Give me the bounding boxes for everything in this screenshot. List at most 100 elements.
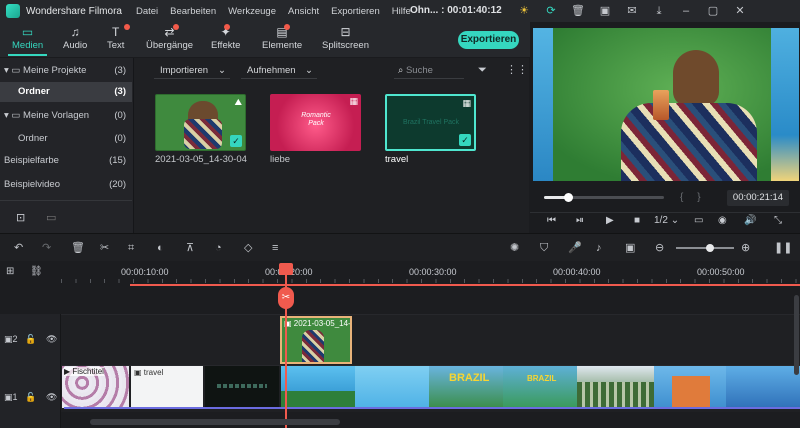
menu-exportieren[interactable]: Exportieren	[331, 6, 380, 17]
playback-speed-dropdown[interactable]: 1/2 ⌄	[654, 215, 679, 226]
tab-medien[interactable]: ▭ Medien	[7, 24, 48, 56]
playback-progress-handle[interactable]	[564, 193, 573, 202]
timeline-clip-video[interactable]: ▣ 2021-03-05_14-30-04	[280, 316, 352, 364]
stabilize-icon[interactable]: ⊼	[186, 241, 194, 255]
download-icon[interactable]: ⤓	[651, 3, 667, 19]
minimize-icon[interactable]: –	[678, 3, 694, 19]
menu-hilfe[interactable]: Hilfe	[392, 6, 411, 17]
import-dropdown[interactable]: Importieren ⌄	[154, 63, 230, 79]
mark-in-out-braces[interactable]: { }	[680, 192, 701, 203]
microphone-icon[interactable]: 🎤	[568, 241, 582, 255]
playback-progress-track[interactable]	[544, 193, 664, 202]
fullscreen-icon[interactable]: ⤡	[774, 215, 782, 226]
tab-elemente[interactable]: ▤ Elemente	[262, 24, 302, 51]
timeline-clip-beach[interactable]	[281, 366, 355, 408]
menu-werkzeuge[interactable]: Werkzeuge	[228, 6, 276, 17]
split-icon[interactable]: ✂	[100, 241, 109, 255]
trash-icon[interactable]: 🗑	[570, 3, 586, 19]
mail-icon[interactable]: ✉	[624, 3, 640, 19]
time-ruler[interactable]: 00:00:10:00 00:00:20:00 00:00:30:00 00:0…	[61, 261, 800, 287]
lock-icon[interactable]: 🔓	[25, 334, 36, 345]
sidebar-item-beispielvideo[interactable]: Beispielvideo (20)	[0, 175, 132, 195]
bulb-icon[interactable]: ☀	[516, 3, 532, 19]
timeline-clip-fischtitel[interactable]: ▶ Fischtitel	[62, 366, 129, 408]
track-lane-2[interactable]	[61, 314, 800, 366]
tab-effekte[interactable]: ✦ Effekte	[211, 24, 240, 51]
tab-audio[interactable]: ♫ Audio	[63, 24, 87, 51]
add-track-icon[interactable]: ⊞	[6, 266, 14, 277]
tab-splitscreen[interactable]: ⊟ Splitscreen	[322, 24, 369, 51]
snapshot-icon[interactable]: ▣	[625, 241, 635, 255]
close-icon[interactable]: ✕	[732, 3, 748, 19]
menu-ansicht[interactable]: Ansicht	[288, 6, 319, 17]
marker-icon[interactable]: ⛉	[540, 241, 548, 255]
sidebar-item-beispielfarbe[interactable]: Beispielfarbe (15)	[0, 151, 132, 171]
record-dropdown[interactable]: Aufnehmen ⌄	[241, 63, 317, 79]
folder-outline-icon[interactable]: ▭	[46, 211, 56, 224]
step-back-icon[interactable]: ⏮	[547, 215, 556, 226]
search-input[interactable]: Suche	[406, 65, 433, 76]
sidebar-item-meine-vorlagen[interactable]: ▾ ▭ Meine Vorlagen (0)	[0, 106, 132, 126]
keyframe-icon[interactable]: ◇	[244, 241, 252, 255]
delete-icon[interactable]: 🗑	[71, 241, 85, 255]
sidebar-item-meine-projekte[interactable]: ▾ ▭ Meine Projekte (3)	[0, 61, 132, 81]
crop-icon[interactable]: ⌗	[128, 241, 134, 255]
timeline-clip-forest[interactable]	[577, 366, 654, 408]
zoom-slider-handle[interactable]	[706, 244, 714, 252]
ruler-label: 00:00:50:00	[697, 267, 745, 277]
zoom-in-icon[interactable]: ⊕	[741, 241, 750, 255]
export-button[interactable]: Exportieren	[458, 31, 519, 49]
timeline-clip-sky[interactable]	[355, 366, 429, 408]
zoom-out-icon[interactable]: ⊖	[655, 241, 664, 255]
speed-icon[interactable]: ◔	[215, 241, 222, 255]
play-pause-icon[interactable]: ⏯	[576, 215, 584, 226]
timeline-clip-travel[interactable]: ▣ travel	[131, 366, 203, 408]
stop-icon[interactable]: ■	[634, 215, 640, 226]
adjust-icon[interactable]: ≡	[272, 241, 278, 255]
audio-waveform-strip	[64, 407, 800, 409]
media-item-video[interactable]: ⛰ ✓	[155, 94, 246, 151]
media-item-travel[interactable]: Brazil Travel Pack ▦ ✓	[385, 94, 476, 151]
render-icon[interactable]: ✺	[510, 241, 519, 255]
pause-bars-icon[interactable]: ❚❚	[774, 241, 792, 255]
media-item-liebe[interactable]: Romantic Pack ▦	[270, 94, 361, 151]
sidebar-item-ordner-vorlagen[interactable]: Ordner (0)	[0, 129, 132, 149]
timeline-clip-brazil-2[interactable]: BRAZIL	[503, 366, 577, 408]
sidebar-item-ordner-projekte[interactable]: Ordner (3)	[0, 82, 132, 102]
search-field[interactable]: ⌕ Suche	[394, 63, 464, 79]
new-folder-icon[interactable]: ⊡	[16, 211, 25, 224]
timeline-clip-dark[interactable]	[205, 366, 279, 408]
filter-icon[interactable]: ⏷	[478, 64, 487, 77]
render-range-bar	[130, 284, 800, 286]
color-icon[interactable]: ◐	[157, 241, 164, 255]
save-icon[interactable]: ▣	[597, 3, 613, 19]
eye-icon[interactable]: 👁	[46, 334, 57, 345]
preview-video[interactable]	[533, 28, 799, 181]
vertical-scrollbar[interactable]	[794, 295, 799, 375]
voiceover-icon[interactable]: ♪	[596, 241, 602, 255]
menu-bearbeiten[interactable]: Bearbeiten	[170, 6, 216, 17]
horizontal-scrollbar[interactable]	[90, 419, 340, 425]
redo-icon[interactable]: ↷	[42, 241, 51, 255]
volume-icon[interactable]: 🔊	[744, 215, 756, 226]
maximize-icon[interactable]: ▢	[705, 3, 721, 19]
timeline-clip-city[interactable]	[726, 366, 800, 408]
timeline-clip-brazil[interactable]: BRAZIL	[429, 366, 503, 408]
scissors-icon[interactable]: ✂	[278, 287, 294, 309]
clip-thumbnail	[302, 330, 324, 362]
tab-text[interactable]: T Text	[107, 24, 131, 51]
eye-icon[interactable]: 👁	[46, 392, 57, 403]
grid-view-icon[interactable]: ⋮⋮	[506, 63, 528, 76]
camera-icon[interactable]: ◉	[718, 215, 727, 226]
lock-icon[interactable]: 🔓	[25, 392, 36, 403]
monitor-icon[interactable]: ▭	[694, 215, 703, 226]
timeline-clip-village[interactable]	[654, 366, 726, 408]
zoom-slider[interactable]	[676, 244, 734, 252]
menu-datei[interactable]: Datei	[136, 6, 158, 17]
undo-icon[interactable]: ↶	[14, 241, 23, 255]
tab-uebergaenge[interactable]: ⇄ Übergänge	[146, 24, 193, 51]
play-icon[interactable]: ▶	[606, 215, 614, 226]
playhead-handle[interactable]	[279, 263, 293, 275]
link-icon[interactable]: ⛓	[30, 266, 43, 277]
sync-icon[interactable]: ⟳	[543, 3, 559, 19]
